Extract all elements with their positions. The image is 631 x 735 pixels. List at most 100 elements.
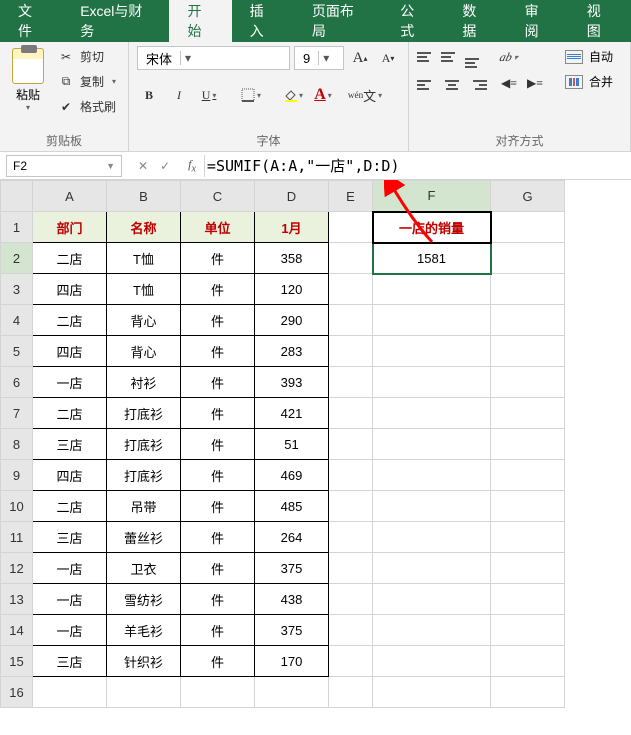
cell[interactable] bbox=[329, 367, 373, 398]
bold-button[interactable]: B bbox=[137, 84, 161, 106]
merge-center-button[interactable]: 合并 bbox=[561, 71, 617, 92]
col-header-D[interactable]: D bbox=[255, 181, 329, 212]
align-right[interactable] bbox=[465, 74, 487, 96]
row-header[interactable]: 13 bbox=[1, 584, 33, 615]
cell[interactable] bbox=[329, 398, 373, 429]
cell[interactable] bbox=[329, 336, 373, 367]
cell[interactable] bbox=[373, 305, 491, 336]
cell[interactable] bbox=[107, 677, 181, 708]
cell[interactable] bbox=[491, 522, 565, 553]
cell[interactable] bbox=[491, 677, 565, 708]
cell[interactable]: 三店 bbox=[33, 522, 107, 553]
cell[interactable] bbox=[491, 274, 565, 305]
cell[interactable] bbox=[373, 429, 491, 460]
cell[interactable] bbox=[329, 677, 373, 708]
row-header[interactable]: 12 bbox=[1, 553, 33, 584]
row-header[interactable]: 2 bbox=[1, 243, 33, 274]
increase-indent[interactable]: ▶≡ bbox=[523, 72, 547, 94]
cell[interactable]: 485 bbox=[255, 491, 329, 522]
row-header[interactable]: 7 bbox=[1, 398, 33, 429]
cell[interactable] bbox=[329, 646, 373, 677]
cell[interactable]: 卫衣 bbox=[107, 553, 181, 584]
cell[interactable] bbox=[373, 367, 491, 398]
row-header[interactable]: 11 bbox=[1, 522, 33, 553]
cell[interactable] bbox=[329, 243, 373, 274]
cell[interactable] bbox=[491, 429, 565, 460]
cell[interactable]: 469 bbox=[255, 460, 329, 491]
cell[interactable] bbox=[491, 398, 565, 429]
cell[interactable]: 一店 bbox=[33, 615, 107, 646]
tab-view[interactable]: 视图 bbox=[569, 0, 631, 42]
cell[interactable]: 件 bbox=[181, 243, 255, 274]
select-all-corner[interactable] bbox=[1, 181, 33, 212]
italic-button[interactable]: I bbox=[167, 84, 191, 106]
cell[interactable] bbox=[373, 522, 491, 553]
format-painter-button[interactable]: ✔格式刷 bbox=[54, 96, 120, 117]
cell[interactable]: 件 bbox=[181, 336, 255, 367]
orientation-button[interactable]: ab bbox=[494, 46, 524, 68]
cell[interactable]: 件 bbox=[181, 305, 255, 336]
cell[interactable] bbox=[329, 460, 373, 491]
cell[interactable]: 打底衫 bbox=[107, 398, 181, 429]
cell[interactable]: 件 bbox=[181, 615, 255, 646]
cell[interactable]: 358 bbox=[255, 243, 329, 274]
cell[interactable] bbox=[373, 677, 491, 708]
cell[interactable] bbox=[329, 522, 373, 553]
cell[interactable]: 51 bbox=[255, 429, 329, 460]
phonetic-button[interactable]: wén文 bbox=[353, 84, 377, 106]
cell[interactable]: 雪纺衫 bbox=[107, 584, 181, 615]
cell[interactable]: 衬衫 bbox=[107, 367, 181, 398]
cell[interactable] bbox=[491, 212, 565, 243]
cell[interactable]: 件 bbox=[181, 460, 255, 491]
align-left[interactable] bbox=[417, 74, 439, 96]
col-header-E[interactable]: E bbox=[329, 181, 373, 212]
increase-font-icon[interactable]: A▴ bbox=[348, 47, 372, 69]
cell[interactable] bbox=[491, 491, 565, 522]
cell[interactable]: 375 bbox=[255, 615, 329, 646]
cell[interactable]: 件 bbox=[181, 646, 255, 677]
cell[interactable]: 件 bbox=[181, 429, 255, 460]
row-header[interactable]: 5 bbox=[1, 336, 33, 367]
align-bottom[interactable] bbox=[465, 46, 487, 68]
align-middle[interactable] bbox=[441, 46, 463, 68]
cell[interactable]: 1月 bbox=[255, 212, 329, 243]
cell[interactable]: 二店 bbox=[33, 491, 107, 522]
tab-file[interactable]: 文件 bbox=[0, 0, 62, 42]
cell[interactable]: 件 bbox=[181, 584, 255, 615]
cell[interactable]: 件 bbox=[181, 491, 255, 522]
cell[interactable]: 一店 bbox=[33, 584, 107, 615]
tab-review[interactable]: 审阅 bbox=[507, 0, 569, 42]
cell[interactable]: 打底衫 bbox=[107, 429, 181, 460]
cell[interactable] bbox=[181, 677, 255, 708]
col-header-A[interactable]: A bbox=[33, 181, 107, 212]
fx-icon[interactable]: fx bbox=[180, 157, 204, 174]
col-header-B[interactable]: B bbox=[107, 181, 181, 212]
cell[interactable] bbox=[329, 615, 373, 646]
cell[interactable]: 438 bbox=[255, 584, 329, 615]
cell[interactable] bbox=[329, 429, 373, 460]
spreadsheet[interactable]: A B C D E F G 1 部门 名称 单位 1月 一店的销量 2 二店 T… bbox=[0, 180, 565, 708]
enter-formula-icon[interactable]: ✓ bbox=[160, 159, 170, 173]
cell[interactable]: 375 bbox=[255, 553, 329, 584]
fill-color-button[interactable] bbox=[281, 84, 305, 106]
cell[interactable]: 打底衫 bbox=[107, 460, 181, 491]
formula-input[interactable] bbox=[204, 155, 631, 177]
cell[interactable] bbox=[329, 274, 373, 305]
cell[interactable] bbox=[491, 553, 565, 584]
cell[interactable]: 背心 bbox=[107, 305, 181, 336]
cell[interactable] bbox=[329, 491, 373, 522]
cell[interactable]: 一店 bbox=[33, 367, 107, 398]
cell[interactable]: 单位 bbox=[181, 212, 255, 243]
cell[interactable]: 393 bbox=[255, 367, 329, 398]
cell[interactable]: 170 bbox=[255, 646, 329, 677]
cell[interactable]: 针织衫 bbox=[107, 646, 181, 677]
cut-button[interactable]: ✂剪切 bbox=[54, 46, 120, 67]
cell[interactable]: 蕾丝衫 bbox=[107, 522, 181, 553]
cell[interactable]: 件 bbox=[181, 367, 255, 398]
cell-F2-selected[interactable]: 1581 bbox=[373, 243, 491, 274]
cell[interactable] bbox=[373, 398, 491, 429]
row-header[interactable]: 9 bbox=[1, 460, 33, 491]
copy-button[interactable]: ⧉复制▾ bbox=[54, 71, 120, 92]
align-center[interactable] bbox=[441, 74, 463, 96]
cell[interactable]: 件 bbox=[181, 274, 255, 305]
